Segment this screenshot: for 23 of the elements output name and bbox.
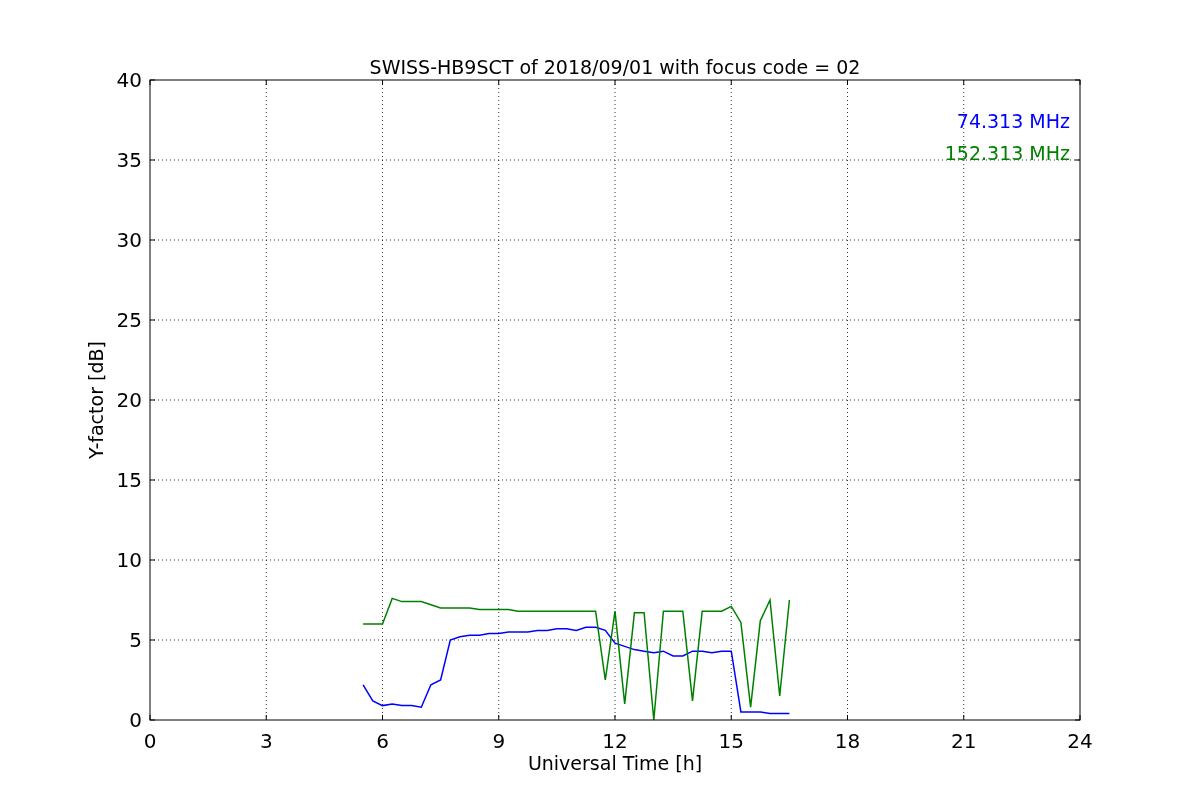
legend-label: 152.313 MHz — [944, 142, 1070, 164]
tick-label: 15 — [116, 468, 142, 492]
tick-label: 10 — [116, 548, 142, 572]
legend-label: 74.313 MHz — [956, 110, 1070, 132]
tick-label: 9 — [492, 729, 506, 753]
tick-label: 24 — [1067, 729, 1093, 753]
tick-label: 18 — [834, 729, 861, 753]
tick-label: 6 — [376, 729, 389, 753]
tick-label: 30 — [116, 228, 142, 252]
tick-label: 25 — [116, 308, 142, 332]
tick-label: 0 — [129, 708, 142, 732]
chart-title: SWISS-HB9SCT of 2018/09/01 with focus code = 02 — [369, 56, 861, 78]
tick-label: 12 — [602, 729, 628, 753]
tick-label: 21 — [951, 729, 977, 753]
tick-label: 3 — [259, 729, 273, 753]
tick-label: 40 — [116, 68, 142, 92]
tick-label: 35 — [116, 148, 142, 172]
axis-label: Y-factor [dB] — [85, 341, 107, 459]
tick-label: 20 — [116, 388, 142, 412]
axis-label: Universal Time [h] — [527, 752, 703, 774]
tick-label: 5 — [129, 628, 142, 652]
tick-label: 0 — [143, 729, 157, 753]
tick-label: 15 — [718, 729, 744, 753]
